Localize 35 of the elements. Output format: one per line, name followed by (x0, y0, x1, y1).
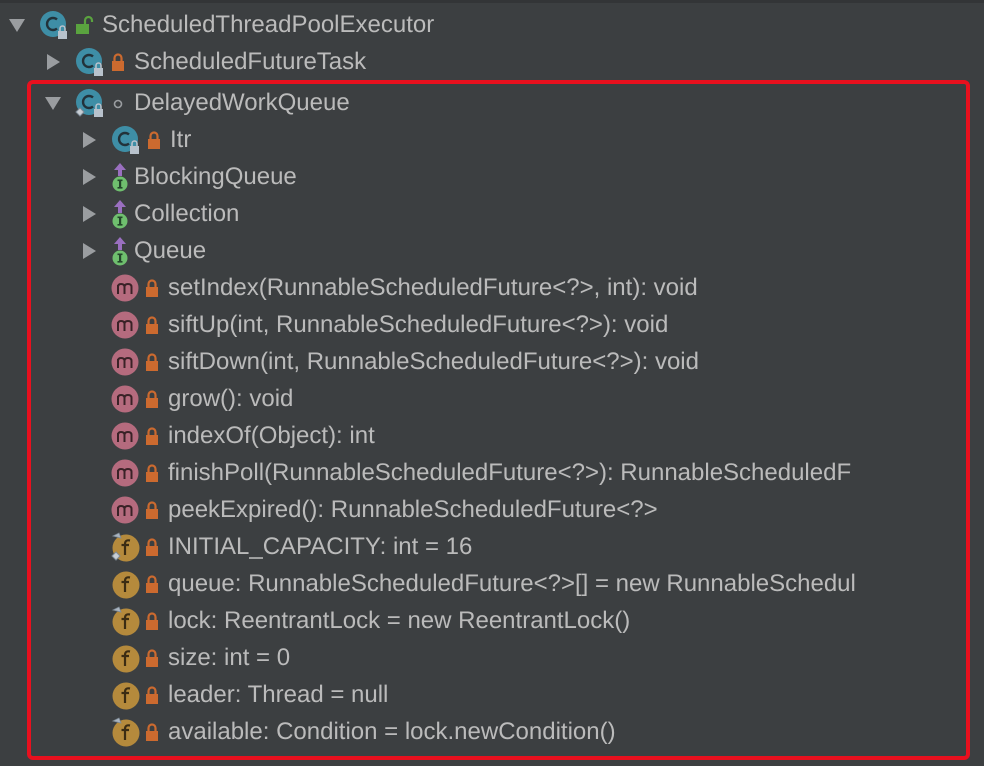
tree-item-label[interactable]: ScheduledFutureTask (134, 46, 366, 76)
tree-item-label[interactable]: size: int = 0 (168, 642, 290, 672)
tree-item-label[interactable]: available: Condition = lock.newCondition() (168, 716, 616, 746)
tree-item-label[interactable]: Collection (134, 198, 240, 228)
tree-item-label[interactable]: siftDown(int, RunnableScheduledFuture<?>): void (168, 346, 699, 376)
tree-item-label[interactable]: finishPoll(RunnableScheduledFuture<?>): RunnableScheduledF (168, 458, 852, 488)
tree-item-label[interactable]: Queue (134, 236, 206, 266)
method-icon (110, 494, 140, 524)
tree-item-label[interactable]: DelayedWorkQueue (134, 88, 350, 118)
tree-item-label[interactable]: leader: Thread = null (168, 680, 388, 710)
expand-arrow-icon[interactable] (44, 52, 62, 70)
tree-item-label[interactable]: Itr (170, 124, 192, 154)
method-icon (110, 384, 140, 414)
method-icon (110, 458, 140, 488)
tree-item-label[interactable]: indexOf(Object): int (168, 420, 375, 450)
tree-item-label[interactable]: setIndex(RunnableScheduledFuture<?>, int): void (168, 272, 698, 302)
interface-icon (110, 198, 130, 230)
expand-arrow-icon[interactable] (80, 130, 98, 148)
interface-icon (110, 234, 130, 266)
method-icon (110, 346, 140, 376)
tree-item-label[interactable]: ScheduledThreadPoolExecutor (102, 10, 434, 40)
method-icon (110, 420, 140, 450)
expand-arrow-icon[interactable] (80, 204, 98, 222)
tree-item-label[interactable]: peekExpired(): RunnableScheduledFuture<?> (168, 494, 658, 524)
tree-item-label[interactable]: INITIAL_CAPACITY: int = 16 (168, 532, 472, 562)
expand-arrow-icon[interactable] (80, 168, 98, 186)
tree-item-label[interactable]: grow(): void (168, 384, 294, 414)
method-icon (110, 310, 140, 340)
interface-icon (110, 160, 130, 192)
tree-item-label[interactable]: lock: ReentrantLock = new ReentrantLock() (168, 606, 630, 636)
tree-item-label[interactable]: queue: RunnableScheduledFuture<?>[] = new RunnableSchedul (168, 568, 856, 598)
expand-arrow-icon[interactable] (80, 242, 98, 260)
tree-item-label[interactable]: siftUp(int, RunnableScheduledFuture<?>): void (168, 310, 668, 340)
method-icon (110, 272, 140, 302)
tree-item-label[interactable]: BlockingQueue (134, 162, 297, 192)
